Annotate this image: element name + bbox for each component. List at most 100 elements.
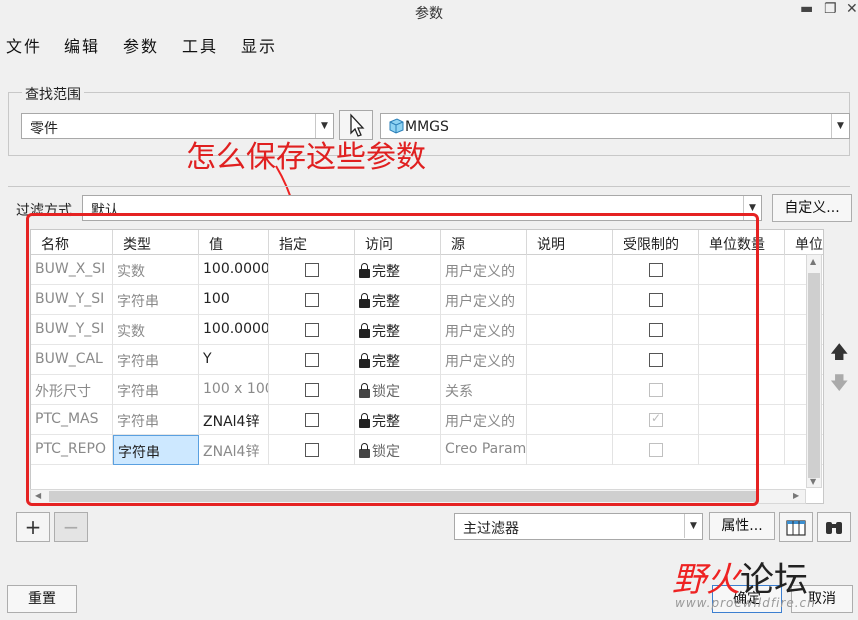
- cell-designate[interactable]: [269, 255, 355, 285]
- vertical-scroll-thumb[interactable]: [808, 273, 820, 478]
- filter-select[interactable]: 默认 ▼: [82, 195, 762, 221]
- maximize-icon[interactable]: ❐: [824, 1, 837, 17]
- designate-checkbox[interactable]: [305, 413, 319, 427]
- cell-value[interactable]: 100 x 100: [199, 375, 269, 405]
- cell-name[interactable]: PTC_REPO: [31, 435, 113, 465]
- horizontal-scroll-thumb[interactable]: [49, 491, 759, 502]
- restricted-checkbox[interactable]: [649, 293, 663, 307]
- cell-source[interactable]: 用户定义的: [441, 315, 527, 345]
- scroll-up-icon[interactable]: ▲: [810, 257, 816, 266]
- cell-value[interactable]: ZNAl4锌: [199, 405, 269, 435]
- cell-type[interactable]: 字符串: [113, 345, 199, 375]
- header-unit[interactable]: 单位: [785, 230, 823, 255]
- designate-checkbox[interactable]: [305, 443, 319, 457]
- scroll-down-icon[interactable]: ▼: [810, 477, 816, 486]
- cell-name[interactable]: BUW_Y_SI: [31, 315, 113, 345]
- cell-description[interactable]: [527, 285, 613, 315]
- move-up-arrow-icon[interactable]: 🡅: [830, 340, 849, 370]
- cell-access[interactable]: 锁定: [355, 435, 441, 465]
- cell-description[interactable]: [527, 315, 613, 345]
- header-type[interactable]: 类型: [113, 230, 199, 255]
- cell-value[interactable]: ZNAl4锌: [199, 435, 269, 465]
- cell-unit-quantity[interactable]: [699, 315, 785, 345]
- move-down-arrow-icon[interactable]: 🡇: [830, 371, 849, 401]
- header-name[interactable]: 名称: [31, 230, 113, 255]
- cell-unit-quantity[interactable]: [699, 345, 785, 375]
- cell-unit-quantity[interactable]: [699, 405, 785, 435]
- designate-checkbox[interactable]: [305, 353, 319, 367]
- cell-type[interactable]: 字符串: [113, 375, 199, 405]
- cell-designate[interactable]: [269, 345, 355, 375]
- menu-tools[interactable]: 工具: [182, 33, 218, 57]
- cell-unit-quantity[interactable]: [699, 375, 785, 405]
- menu-parameters[interactable]: 参数: [123, 33, 159, 57]
- cell-type[interactable]: 字符串: [113, 435, 199, 465]
- cell-name[interactable]: 外形尺寸: [31, 375, 113, 405]
- properties-button[interactable]: 属性...: [709, 512, 775, 540]
- cell-source[interactable]: 用户定义的: [441, 345, 527, 375]
- header-restricted[interactable]: 受限制的: [613, 230, 699, 255]
- cell-source[interactable]: 用户定义的: [441, 285, 527, 315]
- header-designate[interactable]: 指定: [269, 230, 355, 255]
- cell-restricted[interactable]: [613, 345, 699, 375]
- minimize-icon[interactable]: ▬: [800, 1, 813, 17]
- header-source[interactable]: 源: [441, 230, 527, 255]
- vertical-scrollbar[interactable]: ▲ ▼: [806, 254, 822, 488]
- cell-type[interactable]: 字符串: [113, 405, 199, 435]
- cell-description[interactable]: [527, 435, 613, 465]
- cell-description[interactable]: [527, 405, 613, 435]
- restricted-checkbox[interactable]: [649, 263, 663, 277]
- cell-value[interactable]: Y: [199, 345, 269, 375]
- close-icon[interactable]: ✕: [846, 1, 858, 17]
- cell-designate[interactable]: [269, 285, 355, 315]
- restricted-checkbox[interactable]: [649, 323, 663, 337]
- designate-checkbox[interactable]: [305, 323, 319, 337]
- cell-source[interactable]: 用户定义的: [441, 255, 527, 285]
- cell-description[interactable]: [527, 345, 613, 375]
- remove-parameter-button[interactable]: −: [54, 512, 88, 542]
- cell-type[interactable]: 实数: [113, 315, 199, 345]
- cell-restricted[interactable]: [613, 285, 699, 315]
- table-row[interactable]: 外形尺寸 字符串 100 x 100 锁定 关系: [31, 375, 823, 405]
- table-row[interactable]: PTC_MAS 字符串 ZNAl4锌 完整 用户定义的 ✓: [31, 405, 823, 435]
- cell-designate[interactable]: [269, 405, 355, 435]
- designate-checkbox[interactable]: [305, 383, 319, 397]
- cell-type[interactable]: 实数: [113, 255, 199, 285]
- cell-unit-quantity[interactable]: [699, 285, 785, 315]
- header-access[interactable]: 访问: [355, 230, 441, 255]
- scroll-right-icon[interactable]: ▶: [793, 491, 799, 500]
- cell-access[interactable]: 完整: [355, 255, 441, 285]
- menu-file[interactable]: 文件: [6, 33, 42, 57]
- menu-display[interactable]: 显示: [241, 33, 277, 57]
- customize-button[interactable]: 自定义...: [772, 194, 852, 222]
- find-button[interactable]: [817, 512, 851, 542]
- cell-description[interactable]: [527, 255, 613, 285]
- cell-restricted[interactable]: [613, 255, 699, 285]
- table-row[interactable]: BUW_CAL 字符串 Y 完整 用户定义的: [31, 345, 823, 375]
- add-parameter-button[interactable]: +: [16, 512, 50, 542]
- horizontal-scrollbar[interactable]: ◀ ▶: [30, 489, 806, 504]
- cell-restricted[interactable]: ✓: [613, 405, 699, 435]
- main-filter-select[interactable]: 主过滤器 ▼: [454, 513, 703, 540]
- cell-designate[interactable]: [269, 375, 355, 405]
- cell-unit-quantity[interactable]: [699, 255, 785, 285]
- cell-value[interactable]: 100: [199, 285, 269, 315]
- cell-source[interactable]: Creo Param: [441, 435, 527, 465]
- cell-name[interactable]: BUW_X_SI: [31, 255, 113, 285]
- cell-restricted[interactable]: [613, 435, 699, 465]
- table-row[interactable]: BUW_X_SI 实数 100.0000 完整 用户定义的: [31, 255, 823, 285]
- cell-access[interactable]: 锁定: [355, 375, 441, 405]
- scroll-left-icon[interactable]: ◀: [35, 491, 41, 500]
- cell-access[interactable]: 完整: [355, 405, 441, 435]
- table-row[interactable]: PTC_REPO 字符串 ZNAl4锌 锁定 Creo Param: [31, 435, 823, 465]
- cell-restricted[interactable]: [613, 315, 699, 345]
- designate-checkbox[interactable]: [305, 293, 319, 307]
- cell-type[interactable]: 字符串: [113, 285, 199, 315]
- cell-access[interactable]: 完整: [355, 285, 441, 315]
- cell-access[interactable]: 完整: [355, 345, 441, 375]
- cell-value[interactable]: 100.0000: [199, 255, 269, 285]
- header-unit-quantity[interactable]: 单位数量: [699, 230, 785, 255]
- menu-edit[interactable]: 编辑: [64, 33, 100, 57]
- table-row[interactable]: BUW_Y_SI 字符串 100 完整 用户定义的: [31, 285, 823, 315]
- cell-restricted[interactable]: [613, 375, 699, 405]
